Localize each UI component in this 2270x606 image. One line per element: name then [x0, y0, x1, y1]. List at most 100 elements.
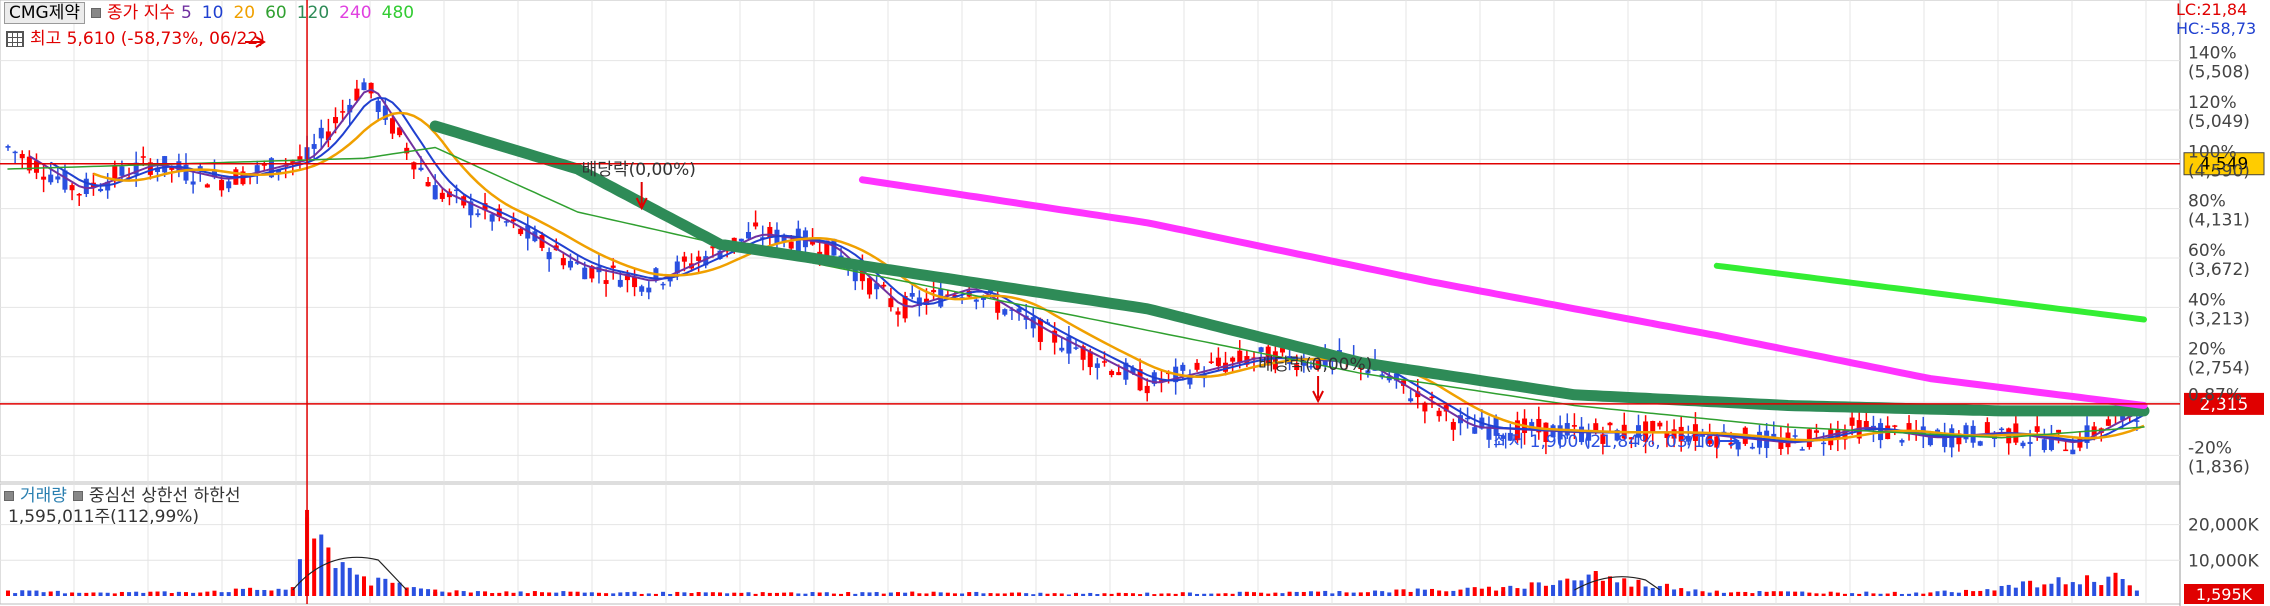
main-legend: CMG제약 종가 지수 5 10 20 60 120 240 480: [4, 2, 420, 24]
volume-bars: 1,595K: [6, 509, 2264, 604]
volume-bar: [1672, 589, 1677, 596]
bands-label[interactable]: 중심선 상한선 하한선: [89, 486, 241, 506]
volume-bar: [1736, 591, 1741, 596]
volume-bar: [710, 592, 715, 596]
ma240-label[interactable]: 240: [339, 3, 371, 23]
volume-series-label[interactable]: 거래량: [20, 486, 67, 506]
volume-bar: [974, 591, 979, 596]
price-series-label[interactable]: 종가 지수: [107, 3, 175, 23]
volume-bar: [653, 593, 658, 596]
volume-bar: [1615, 582, 1620, 596]
candle-body: [2105, 419, 2111, 426]
candle-body: [1094, 363, 1100, 368]
volume-bar: [596, 592, 601, 596]
dividend-annotation-2: 배당락(0,00%): [1258, 355, 1372, 375]
volume-bar: [2077, 584, 2082, 596]
volume-bar: [2049, 583, 2054, 596]
volume-bar: [703, 592, 708, 596]
volume-bar: [903, 592, 908, 596]
ma5-line: [28, 88, 2145, 444]
volume-bar: [1088, 592, 1093, 596]
volume-bar: [1522, 588, 1527, 596]
candle-body: [1059, 347, 1065, 351]
volume-bar: [2020, 581, 2025, 596]
volume-bar: [340, 562, 345, 596]
volume-bar: [1992, 590, 1997, 596]
low-annotation: 최저 1,900 (21,84%, 03/16): [1493, 432, 1722, 452]
volume-bar: [383, 578, 388, 596]
candle-body: [2020, 442, 2026, 447]
volume-bar: [1308, 591, 1313, 596]
candle-body: [425, 181, 431, 187]
candle-body: [1101, 361, 1107, 363]
stock-chart-window: 1,595K 4,549 2,315 140% (5,508) 120% (5,049)…: [0, 0, 2270, 606]
candle-body: [567, 260, 573, 268]
ma20-label[interactable]: 20: [233, 3, 255, 23]
candle-body: [895, 311, 901, 315]
volume-bar: [618, 592, 623, 596]
candle-body: [219, 179, 225, 191]
volume-bar: [1180, 592, 1185, 596]
candle-body: [1180, 364, 1186, 371]
volume-bar: [1401, 589, 1406, 596]
volume-bar: [2092, 581, 2097, 596]
volume-bar: [867, 592, 872, 596]
volume-bar: [55, 590, 60, 596]
volume-bar: [767, 592, 772, 596]
volume-spike-bar: [1714, 590, 1719, 596]
candle-body: [1849, 417, 1855, 426]
volume-spike-bar: [1608, 576, 1612, 596]
volume-bar: [134, 591, 139, 596]
volume-bar: [1842, 593, 1847, 596]
candle-body: [995, 301, 1001, 313]
volume-bar: [611, 593, 616, 596]
volume-bar: [839, 593, 844, 596]
ma120-label[interactable]: 120: [297, 3, 329, 23]
volume-bar: [376, 577, 381, 596]
ma10-label[interactable]: 10: [202, 3, 224, 23]
volume-bar: [262, 589, 267, 596]
stock-name-button[interactable]: CMG제약: [4, 2, 85, 24]
volume-bar: [1116, 592, 1121, 596]
volume-bar: [1949, 592, 1954, 596]
volume-bar: [1679, 588, 1684, 596]
volume-bar: [169, 593, 174, 596]
volume-bar: [1123, 593, 1128, 596]
volume-bar: [1600, 580, 1605, 596]
y-tick-label: (5,049): [2188, 112, 2250, 132]
volume-bar: [540, 592, 544, 596]
volume-bar: [1316, 591, 1321, 596]
volume-bar: [1515, 588, 1520, 596]
volume-bar: [1778, 591, 1783, 596]
volume-bar: [547, 592, 552, 596]
volume-bar: [297, 559, 302, 596]
volume-bar: [34, 590, 39, 596]
volume-bar: [198, 592, 203, 596]
volume-bar: [461, 591, 466, 596]
volume-bar: [1259, 592, 1264, 596]
ma480-label[interactable]: 480: [382, 3, 414, 23]
volume-bar: [1152, 594, 1157, 596]
volume-bar: [625, 592, 630, 596]
volume-bar: [1159, 593, 1164, 596]
ma60-label[interactable]: 60: [265, 3, 287, 23]
volume-bar: [1380, 591, 1385, 596]
candle-body: [788, 241, 794, 249]
volume-bar: [447, 592, 452, 596]
candle-body: [311, 144, 317, 149]
table-icon[interactable]: [6, 31, 24, 47]
volume-bar: [70, 592, 75, 596]
candle-body: [681, 256, 687, 262]
candle-body: [1949, 428, 1955, 448]
candle-body: [1984, 422, 1990, 434]
volume-bar: [1985, 589, 1990, 596]
ma5-label[interactable]: 5: [181, 3, 192, 23]
volume-bar: [1230, 593, 1235, 596]
volume-bar: [1664, 583, 1669, 596]
candle-body: [1571, 425, 1577, 427]
candle-body: [867, 278, 873, 295]
candle-body: [83, 178, 89, 194]
volume-bar: [511, 592, 516, 596]
volume-spike-bar: [1593, 571, 1598, 596]
volume-bar: [1017, 592, 1022, 596]
